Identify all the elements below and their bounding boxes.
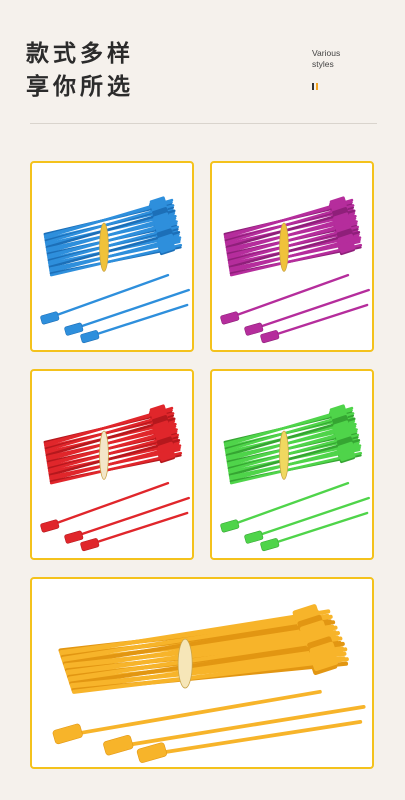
section-title: 款式多样 享你所选	[26, 38, 134, 104]
title-line-1: 款式多样	[26, 41, 134, 67]
product-image-red	[40, 404, 190, 552]
product-image-blue	[40, 196, 190, 344]
title-line-2: 享你所选	[26, 74, 134, 100]
product-card-magenta	[210, 161, 374, 352]
accent-marks	[312, 83, 322, 91]
product-card-yellow	[30, 577, 374, 769]
side-caption: Various styles	[312, 48, 340, 70]
magenta-skewer-bundle-illustration	[220, 196, 370, 344]
side-caption-line-2: styles	[312, 59, 334, 69]
product-image-magenta	[220, 196, 370, 344]
divider	[30, 123, 377, 124]
yellow-skewer-bundle-illustration	[52, 604, 366, 763]
product-card-green	[210, 369, 374, 560]
product-card-red	[30, 369, 194, 560]
green-skewer-bundle-illustration	[220, 404, 370, 552]
blue-skewer-bundle-illustration	[40, 196, 190, 344]
product-image-yellow	[52, 604, 366, 763]
red-skewer-bundle-illustration	[40, 404, 190, 552]
accent-mark-dark	[312, 83, 314, 90]
product-image-green	[220, 404, 370, 552]
product-card-blue	[30, 161, 194, 352]
accent-mark-orange	[316, 83, 318, 90]
side-caption-line-1: Various	[312, 48, 341, 58]
